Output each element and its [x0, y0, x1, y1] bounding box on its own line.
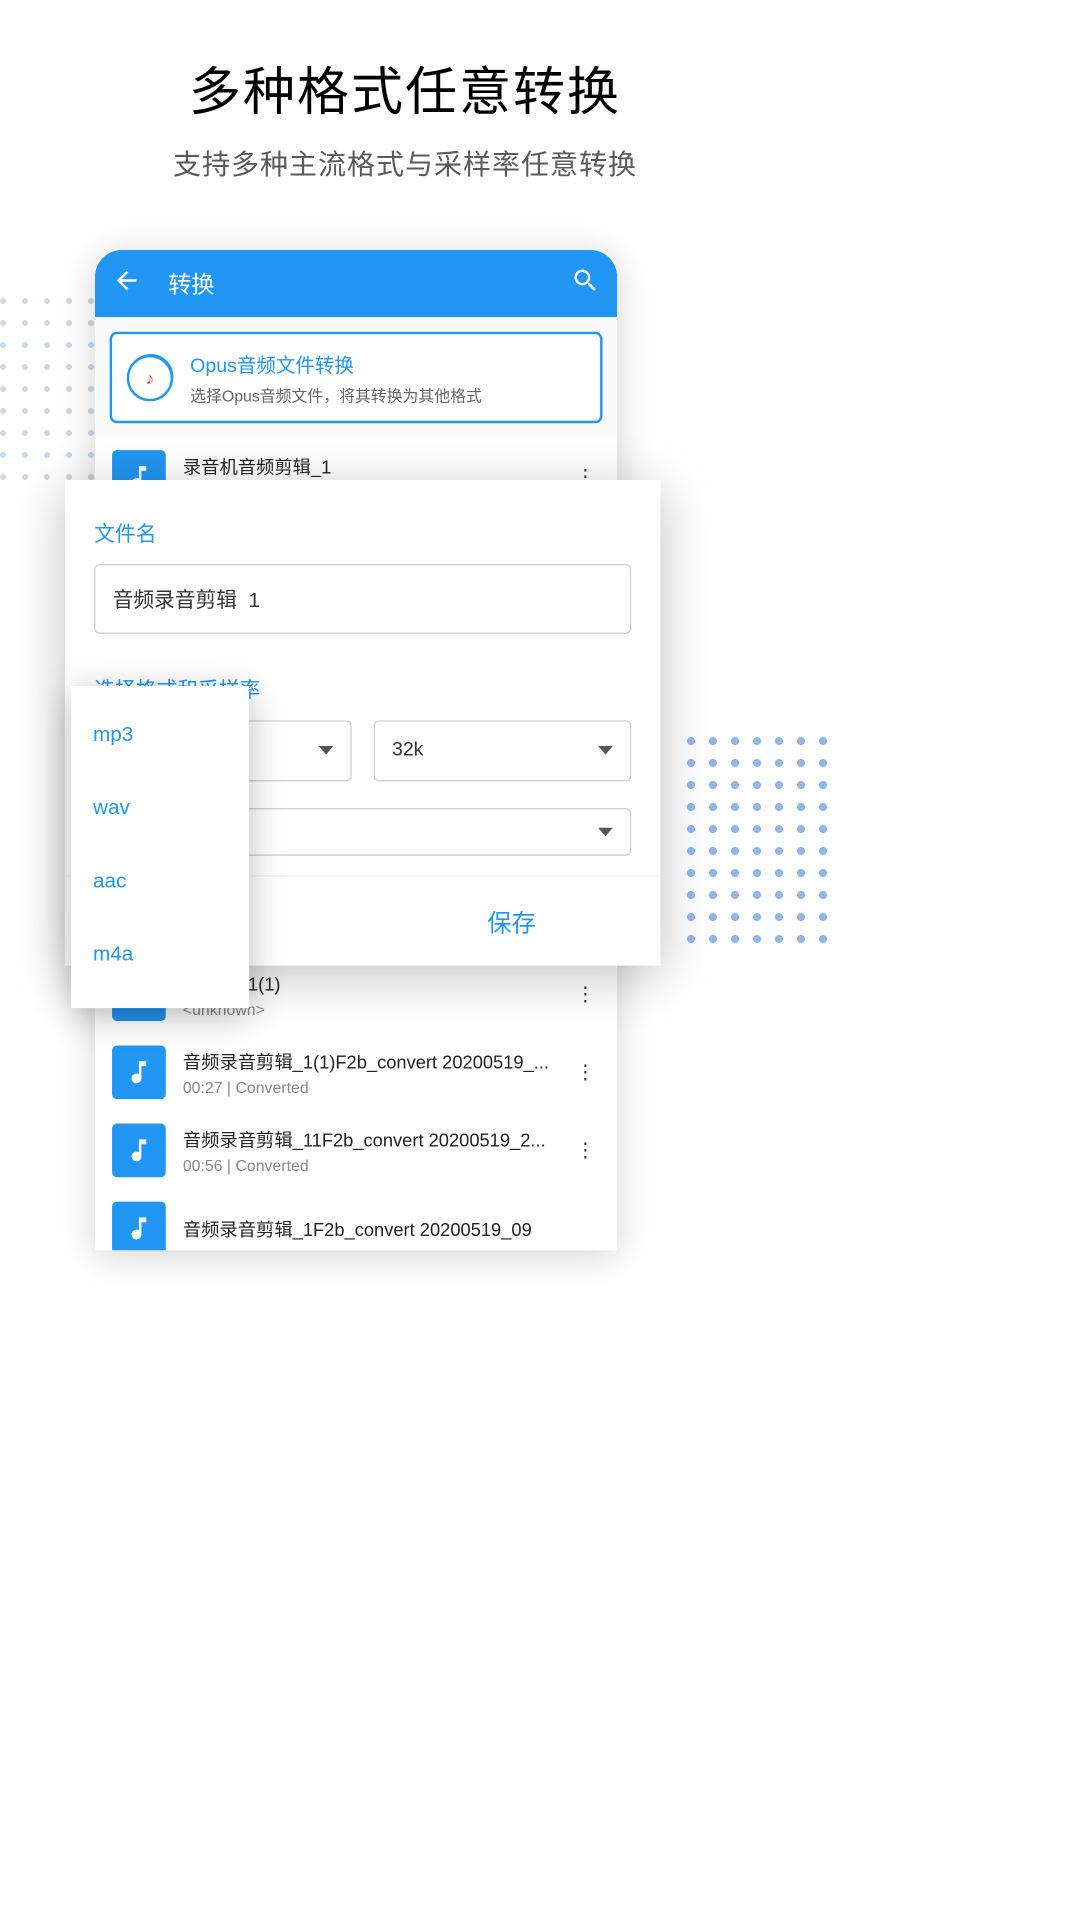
save-button[interactable]: 保存 [363, 876, 661, 965]
chevron-down-icon [598, 746, 613, 755]
item-title: 音频录音剪辑_1(1)F2b_convert 20200519_... [183, 1048, 571, 1074]
refresh-icon: ♪ [127, 354, 173, 400]
filename-input-wrap[interactable] [94, 564, 631, 633]
more-icon[interactable]: ⋮ [571, 1060, 600, 1084]
bitrate-select[interactable]: 32k [374, 720, 631, 781]
music-note-icon [112, 1202, 166, 1251]
music-note-icon [112, 1045, 166, 1099]
app-bar: 转换 [95, 250, 617, 317]
bg-dots-right [680, 730, 840, 950]
list-item[interactable]: 音频录音剪辑_11F2b_convert 20200519_2... 00:56… [95, 1111, 617, 1189]
promo-title: Opus音频文件转换 [190, 349, 482, 378]
item-subtitle: 00:56 | Converted [183, 1156, 571, 1174]
dropdown-item-wav[interactable]: wav [71, 771, 249, 844]
appbar-title: 转换 [168, 267, 558, 300]
dropdown-item-mp3[interactable]: mp3 [71, 698, 249, 771]
dropdown-item-aac[interactable]: aac [71, 845, 249, 918]
format-dropdown: mp3 wav aac m4a [71, 686, 249, 1008]
more-icon[interactable]: ⋮ [571, 982, 600, 1006]
filename-input[interactable] [113, 585, 613, 609]
filename-label: 文件名 [94, 517, 631, 548]
hero-title: 多种格式任意转换 [0, 50, 810, 125]
promo-subtitle: 选择Opus音频文件，将其转换为其他格式 [190, 383, 482, 406]
item-title: 录音机音频剪辑_1 [183, 453, 571, 479]
dropdown-item-m4a[interactable]: m4a [71, 918, 249, 991]
item-subtitle: 00:27 | Converted [183, 1078, 571, 1096]
back-icon[interactable] [112, 266, 153, 301]
item-title: 音频录音剪辑_1F2b_convert 20200519_09 [183, 1216, 600, 1242]
more-icon[interactable]: ⋮ [571, 1138, 600, 1162]
chevron-down-icon [319, 746, 334, 755]
bitrate-value: 32k [392, 739, 423, 761]
chevron-down-icon [598, 827, 613, 836]
search-icon[interactable] [559, 266, 600, 301]
hero-subtitle: 支持多种主流格式与采样率任意转换 [0, 143, 810, 183]
item-title: 音频录音剪辑_11F2b_convert 20200519_2... [183, 1127, 571, 1153]
opus-promo-card[interactable]: ♪ Opus音频文件转换 选择Opus音频文件，将其转换为其他格式 [110, 332, 603, 424]
music-note-icon [112, 1124, 166, 1178]
list-item[interactable]: 音频录音剪辑_1(1)F2b_convert 20200519_... 00:2… [95, 1033, 617, 1111]
list-item[interactable]: 音频录音剪辑_1F2b_convert 20200519_09 [95, 1189, 617, 1250]
